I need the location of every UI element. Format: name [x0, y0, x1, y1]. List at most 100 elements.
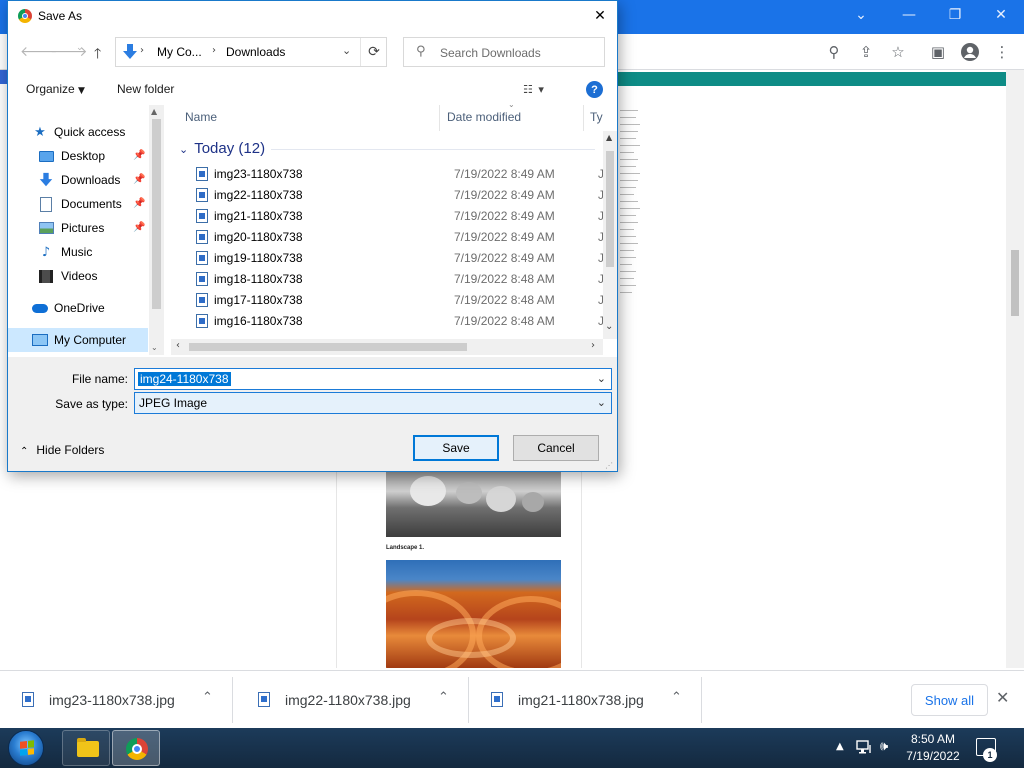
nav-pane-scrollbar[interactable]: ▲ ⌄ [149, 105, 164, 355]
breadcrumb-downloads[interactable]: Downloads [226, 45, 285, 59]
download-filename: img23-1180x738.jpg [49, 692, 175, 708]
download-item[interactable]: img21-1180x738.jpg ⌃ [469, 677, 702, 723]
chevron-up-icon[interactable]: ⌃ [438, 690, 449, 705]
file-name: img23-1180x738 [214, 167, 303, 181]
file-date: 7/19/2022 8:48 AM [454, 314, 555, 328]
chevron-down-icon[interactable]: ⌄ [838, 0, 884, 30]
file-row[interactable]: img21-1180x738 7/19/2022 8:49 AM JP [171, 206, 612, 227]
page-scrollbar[interactable] [1006, 70, 1024, 668]
address-bar[interactable]: › My Co... › Downloads ⌄ ⟳ [115, 37, 387, 67]
column-header-type[interactable]: Ty [590, 110, 603, 130]
file-row[interactable]: img18-1180x738 7/19/2022 8:48 AM JP [171, 269, 612, 290]
organize-button[interactable]: Organize ▼ [26, 82, 85, 96]
page-scrollbar-thumb[interactable] [1011, 250, 1019, 316]
cancel-button[interactable]: Cancel [513, 435, 599, 461]
file-list-horizontal-scrollbar[interactable]: ‹ › [171, 339, 603, 355]
file-row[interactable]: img17-1180x738 7/19/2022 8:48 AM JP [171, 290, 612, 311]
chevron-up-icon[interactable]: ⌃ [671, 690, 682, 705]
file-name-field[interactable]: img24-1180x738 ⌄ [134, 368, 612, 390]
caret-down-icon: ▼ [78, 86, 85, 96]
notification-count: 1 [983, 748, 997, 762]
nav-item-my-computer[interactable]: My Computer [8, 328, 148, 352]
dialog-titlebar[interactable]: Save As ✕ [8, 1, 617, 31]
up-arrow-icon[interactable]: 🡑 [94, 43, 101, 67]
chevron-right-icon: › [140, 45, 144, 56]
file-row[interactable]: img16-1180x738 7/19/2022 8:48 AM JP [171, 311, 612, 332]
file-list-vertical-scrollbar[interactable]: ▲ ⌄ [603, 131, 617, 339]
chevron-up-icon[interactable]: ⌃ [202, 690, 213, 705]
file-row[interactable]: img19-1180x738 7/19/2022 8:49 AM JP [171, 248, 612, 269]
clock-time[interactable]: 8:50 AM [908, 732, 958, 746]
scroll-up-icon[interactable]: ▲ [606, 133, 612, 142]
horizontal-scrollbar-thumb[interactable] [189, 343, 467, 351]
bookmark-star-icon[interactable]: ☆ [886, 40, 910, 64]
nav-item-music[interactable]: ♪ Music [8, 240, 148, 264]
show-all-button[interactable]: Show all [911, 684, 988, 716]
clock-date[interactable]: 7/19/2022 [903, 749, 963, 763]
close-icon[interactable]: ✕ [996, 688, 1009, 707]
chevron-right-icon: › [212, 45, 216, 56]
scroll-right-icon[interactable]: › [591, 340, 595, 351]
column-header-date[interactable]: Date modified [447, 110, 521, 130]
pin-icon[interactable]: 📌 [133, 198, 145, 209]
save-button[interactable]: Save [413, 435, 499, 461]
nav-label: Downloads [61, 173, 121, 187]
scroll-up-icon[interactable]: ▲ [151, 107, 157, 116]
hide-folders-button[interactable]: ⌃ Hide Folders [20, 443, 104, 457]
vertical-scrollbar-thumb[interactable] [606, 151, 614, 267]
nav-item-desktop[interactable]: Desktop 📌 [8, 144, 148, 168]
menu-kebab-icon[interactable]: ⋮ [990, 40, 1014, 64]
volume-icon[interactable]: 🕪 [880, 739, 888, 754]
file-name: img20-1180x738 [214, 230, 303, 244]
taskbar-chrome[interactable] [112, 730, 160, 766]
file-row[interactable]: img20-1180x738 7/19/2022 8:49 AM JP [171, 227, 612, 248]
close-icon[interactable]: ✕ [588, 6, 612, 26]
file-name-value: img24-1180x738 [138, 372, 231, 386]
scroll-left-icon[interactable]: ‹ [176, 340, 180, 351]
profile-avatar-icon[interactable] [958, 40, 982, 64]
breadcrumb-my-computer[interactable]: My Co... [157, 45, 202, 59]
scroll-down-icon[interactable]: ⌄ [605, 321, 613, 332]
share-icon[interactable]: ⇪ [854, 40, 878, 64]
nav-item-onedrive[interactable]: OneDrive [8, 296, 148, 320]
pin-icon[interactable]: 📌 [133, 174, 145, 185]
column-header-name[interactable]: Name [185, 110, 217, 130]
restore-button[interactable]: ❐ [932, 0, 978, 30]
nav-scrollbar-thumb[interactable] [152, 119, 161, 309]
pin-icon[interactable]: 📌 [133, 222, 145, 233]
scroll-down-icon[interactable]: ⌄ [151, 343, 158, 352]
hide-folders-label: Hide Folders [36, 443, 105, 457]
view-options-icon[interactable]: ☷ ▾ [523, 83, 545, 96]
resize-grip-icon[interactable]: ⋰ [605, 461, 613, 470]
network-icon[interactable] [856, 739, 874, 759]
file-row[interactable]: img23-1180x738 7/19/2022 8:49 AM JP [171, 164, 612, 185]
download-item[interactable]: img23-1180x738.jpg ⌃ [0, 677, 233, 723]
download-item[interactable]: img22-1180x738.jpg ⌃ [236, 677, 469, 723]
help-icon[interactable]: ? [586, 81, 603, 98]
nav-item-downloads[interactable]: Downloads 📌 [8, 168, 148, 192]
chevron-down-icon[interactable]: ⌄ [342, 44, 351, 57]
zoom-icon[interactable]: ⚲ [822, 40, 846, 64]
chevron-down-icon[interactable]: ⌄ [597, 396, 606, 409]
tray-expand-icon[interactable]: ▲ [836, 741, 844, 752]
pin-icon[interactable]: 📌 [133, 150, 145, 161]
nav-item-quick-access[interactable]: ★ Quick access [8, 120, 148, 144]
minimize-button[interactable]: — [886, 0, 932, 30]
recent-locations-icon[interactable]: ⌄ [76, 43, 84, 53]
new-folder-button[interactable]: New folder [117, 82, 174, 96]
file-name-label: File name: [71, 372, 128, 386]
close-window-button[interactable]: ✕ [978, 0, 1024, 30]
search-input[interactable]: ⚲ Search Downloads [403, 37, 605, 67]
side-panel-icon[interactable]: ▣ [926, 40, 950, 64]
page-nav-bar [618, 72, 1006, 86]
nav-item-documents[interactable]: Documents 📌 [8, 192, 148, 216]
group-header[interactable]: ⌄ Today (12) [179, 140, 265, 157]
file-row[interactable]: img22-1180x738 7/19/2022 8:49 AM JP [171, 185, 612, 206]
nav-item-pictures[interactable]: Pictures 📌 [8, 216, 148, 240]
save-as-type-select[interactable]: JPEG Image ⌄ [134, 392, 612, 414]
taskbar-file-explorer[interactable] [62, 730, 110, 766]
start-button[interactable] [8, 730, 44, 766]
nav-item-videos[interactable]: Videos [8, 264, 148, 288]
chevron-down-icon[interactable]: ⌄ [597, 372, 606, 385]
refresh-icon[interactable]: ⟳ [360, 38, 387, 66]
